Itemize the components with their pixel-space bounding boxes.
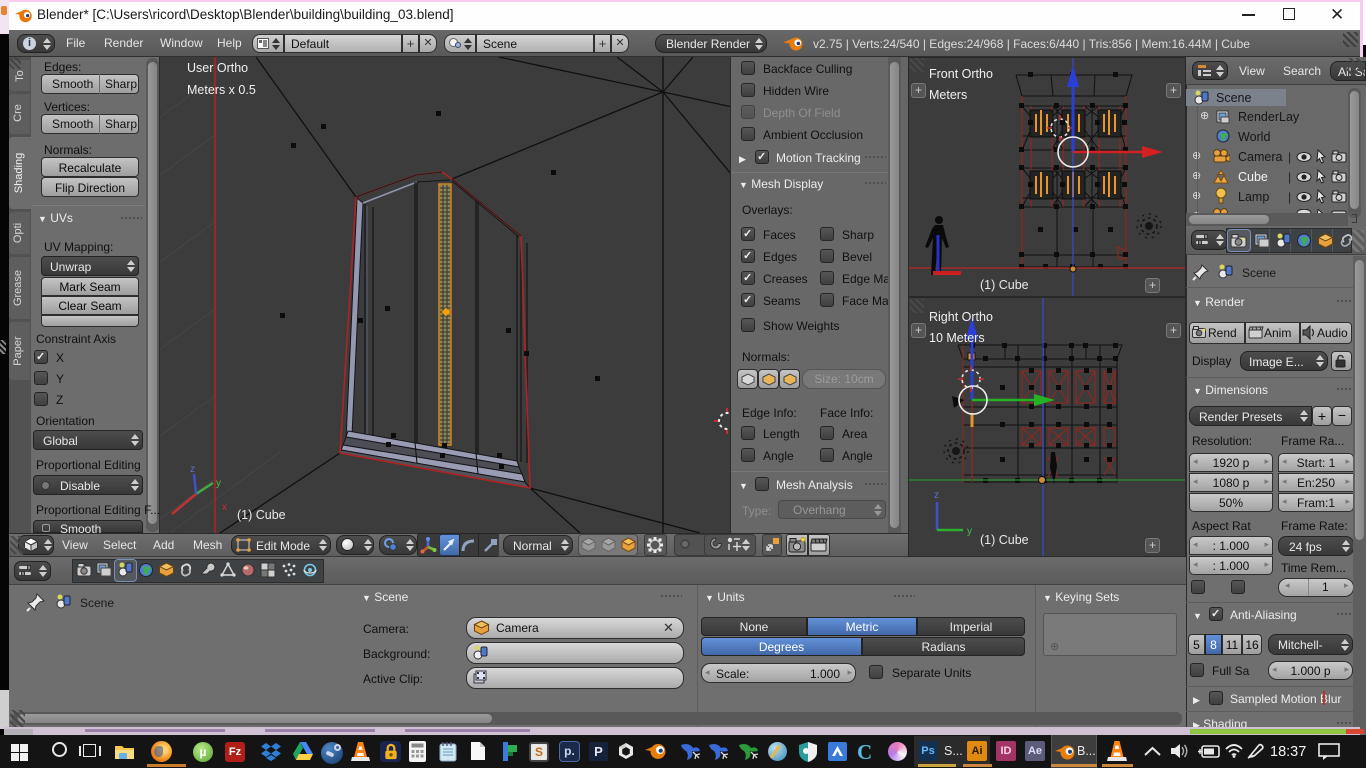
svg-text:z: z [190, 464, 195, 475]
svg-text:x: x [222, 502, 227, 513]
svg-text:y: y [216, 478, 221, 489]
svg-text:z: z [934, 490, 939, 501]
svg-text:y: y [967, 526, 972, 537]
